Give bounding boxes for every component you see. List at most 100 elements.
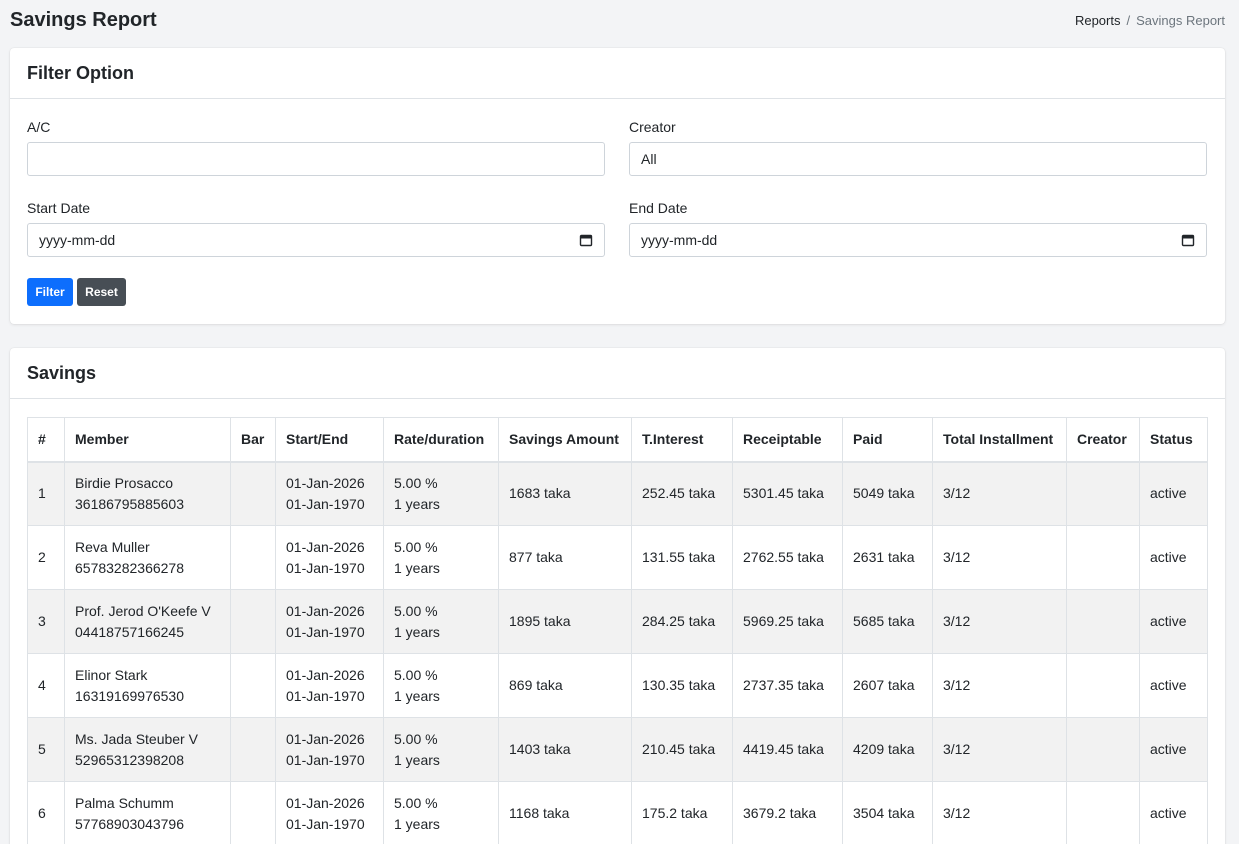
calendar-icon[interactable] bbox=[1181, 233, 1195, 247]
receiptable-cell-receiptable: 2737.35 taka bbox=[743, 677, 824, 693]
ac-group: A/C bbox=[27, 119, 605, 176]
rate-duration-cell: 5.00 % 1 years bbox=[383, 717, 499, 782]
installment-cell: 3/12 bbox=[932, 781, 1067, 844]
receiptable-cell: 2737.35 taka bbox=[732, 653, 843, 718]
status-cell-status: active bbox=[1150, 613, 1187, 629]
member-cell: Prof. Jerod O'Keefe V 04418757166245 bbox=[64, 589, 231, 654]
savings-table-body: 1 Birdie Prosacco 36186795885603 01-Jan-202… bbox=[27, 461, 1208, 844]
filter-card: Filter Option A/C Creator All Start Date… bbox=[10, 48, 1225, 324]
interest-cell: 210.45 taka bbox=[631, 717, 733, 782]
start-end-cell-start: 01-Jan-2026 bbox=[286, 730, 365, 747]
rate-duration-cell-rate: 5.00 % bbox=[394, 474, 438, 491]
ac-input[interactable] bbox=[27, 142, 605, 176]
member-cell: Elinor Stark 16319169976530 bbox=[64, 653, 231, 718]
creator-select-value: All bbox=[641, 151, 657, 167]
row-number-num: 2 bbox=[38, 549, 46, 565]
interest-cell: 252.45 taka bbox=[631, 461, 733, 526]
receiptable-cell-receiptable: 3679.2 taka bbox=[743, 805, 817, 821]
receiptable-cell: 5301.45 taka bbox=[732, 461, 843, 526]
bar-cell bbox=[230, 525, 276, 590]
installment-cell-installment: 3/12 bbox=[943, 549, 971, 565]
rate-duration-cell-rate: 5.00 % bbox=[394, 666, 438, 683]
creator-label: Creator bbox=[629, 119, 676, 135]
interest-cell-interest: 175.2 taka bbox=[642, 805, 708, 821]
status-cell-status: active bbox=[1150, 677, 1187, 693]
creator-select[interactable]: All bbox=[629, 142, 1207, 176]
table-row: 6 Palma Schumm 57768903043796 01-Jan-2026 01… bbox=[27, 781, 1208, 844]
savings-table-wrapper: # Member Bar Start/End Rate/duration Sav… bbox=[27, 417, 1217, 844]
calendar-icon[interactable] bbox=[579, 233, 593, 247]
start-end-cell-start: 01-Jan-2026 bbox=[286, 666, 365, 683]
page-header: Savings Report Reports / Savings Report bbox=[0, 0, 1239, 40]
start-end-cell-start: 01-Jan-2026 bbox=[286, 794, 365, 811]
start-end-cell-start: 01-Jan-2026 bbox=[286, 538, 365, 555]
paid-cell: 3504 taka bbox=[842, 781, 933, 844]
start-end-cell: 01-Jan-2026 01-Jan-1970 bbox=[275, 525, 384, 590]
column-header: Rate/duration bbox=[383, 417, 499, 463]
paid-cell: 2607 taka bbox=[842, 653, 933, 718]
end-date-group: End Date yyyy-mm-dd bbox=[629, 200, 1207, 257]
member-cell-acc: 16319169976530 bbox=[75, 687, 185, 704]
column-header: Status bbox=[1139, 417, 1208, 463]
breadcrumb-reports-link[interactable]: Reports bbox=[1075, 13, 1121, 28]
rate-duration-cell: 5.00 % 1 years bbox=[383, 653, 499, 718]
installment-cell-installment: 3/12 bbox=[943, 805, 971, 821]
installment-cell-installment: 3/12 bbox=[943, 613, 971, 629]
breadcrumb-separator: / bbox=[1126, 12, 1131, 28]
start-end-cell-end: 01-Jan-1970 bbox=[286, 815, 365, 832]
bar-cell bbox=[230, 589, 276, 654]
start-date-value: yyyy-mm-dd bbox=[39, 232, 116, 248]
page-title: Savings Report bbox=[10, 8, 157, 31]
row-number: 4 bbox=[27, 653, 65, 718]
rate-duration-cell-duration: 1 years bbox=[394, 751, 440, 768]
installment-cell-installment: 3/12 bbox=[943, 677, 971, 693]
installment-cell: 3/12 bbox=[932, 589, 1067, 654]
installment-cell-installment: 3/12 bbox=[943, 741, 971, 757]
end-date-input[interactable]: yyyy-mm-dd bbox=[629, 223, 1207, 257]
interest-cell-interest: 130.35 taka bbox=[642, 677, 716, 693]
savings-amount-cell: 1403 taka bbox=[498, 717, 632, 782]
receiptable-cell-receiptable: 5969.25 taka bbox=[743, 613, 824, 629]
rate-duration-cell-duration: 1 years bbox=[394, 623, 440, 640]
savings-amount-cell-amount: 1683 taka bbox=[509, 485, 571, 502]
interest-cell: 131.55 taka bbox=[631, 525, 733, 590]
row-number: 6 bbox=[27, 781, 65, 844]
member-cell: Palma Schumm 57768903043796 bbox=[64, 781, 231, 844]
member-cell-name: Ms. Jada Steuber V bbox=[75, 730, 198, 747]
status-cell-status: active bbox=[1150, 485, 1187, 502]
column-header: Receiptable bbox=[732, 417, 843, 463]
savings-amount-cell: 1895 taka bbox=[498, 589, 632, 654]
reset-button[interactable]: Reset bbox=[77, 278, 126, 306]
rate-duration-cell: 5.00 % 1 years bbox=[383, 525, 499, 590]
start-date-input[interactable]: yyyy-mm-dd bbox=[27, 223, 605, 257]
receiptable-cell-receiptable: 5301.45 taka bbox=[743, 485, 824, 502]
row-number: 5 bbox=[27, 717, 65, 782]
row-number-num: 5 bbox=[38, 741, 46, 757]
interest-cell: 130.35 taka bbox=[631, 653, 733, 718]
savings-amount-cell: 877 taka bbox=[498, 525, 632, 590]
member-cell-name: Elinor Stark bbox=[75, 666, 148, 683]
member-cell: Ms. Jada Steuber V 52965312398208 bbox=[64, 717, 231, 782]
row-number-num: 6 bbox=[38, 805, 46, 821]
row-number: 1 bbox=[27, 461, 65, 526]
start-end-cell: 01-Jan-2026 01-Jan-1970 bbox=[275, 589, 384, 654]
savings-card-title: Savings bbox=[10, 348, 1225, 399]
start-end-cell-end: 01-Jan-1970 bbox=[286, 751, 365, 768]
interest-cell-interest: 131.55 taka bbox=[642, 549, 716, 565]
member-cell-acc: 65783282366278 bbox=[75, 559, 185, 576]
start-date-group: Start Date yyyy-mm-dd bbox=[27, 200, 605, 257]
status-cell: active bbox=[1139, 781, 1208, 844]
creator-cell bbox=[1066, 653, 1140, 718]
installment-cell: 3/12 bbox=[932, 717, 1067, 782]
paid-cell-paid: 2631 taka bbox=[853, 549, 915, 565]
rate-duration-cell-duration: 1 years bbox=[394, 559, 440, 576]
member-cell-acc: 57768903043796 bbox=[75, 815, 185, 832]
creator-group: Creator All bbox=[629, 119, 1207, 176]
start-end-cell-start: 01-Jan-2026 bbox=[286, 474, 365, 491]
filter-button[interactable]: Filter bbox=[27, 278, 73, 306]
start-end-cell-end: 01-Jan-1970 bbox=[286, 687, 365, 704]
installment-cell: 3/12 bbox=[932, 525, 1067, 590]
start-end-cell-end: 01-Jan-1970 bbox=[286, 495, 365, 512]
receiptable-cell: 4419.45 taka bbox=[732, 717, 843, 782]
rate-duration-cell-duration: 1 years bbox=[394, 495, 440, 512]
